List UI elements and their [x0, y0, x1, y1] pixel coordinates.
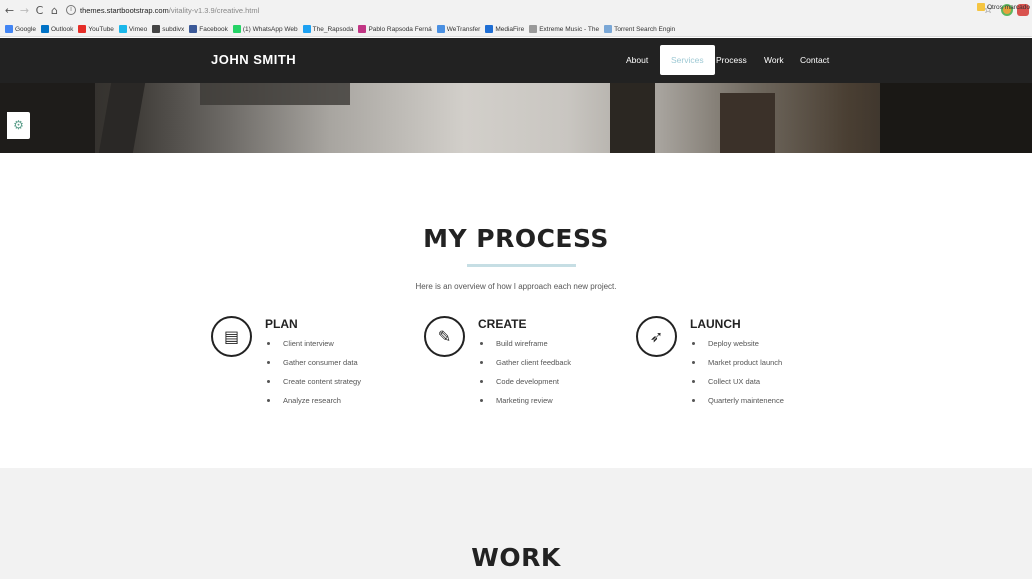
bookmark-item[interactable]: Facebook [189, 25, 228, 33]
rocket-icon: ➶ [636, 316, 677, 357]
bookmark-item[interactable]: Pablo Rapsoda Ferná [358, 25, 432, 33]
site-info-icon[interactable]: i [66, 5, 76, 15]
list-item: Gather consumer data [265, 358, 361, 377]
bookmark-item[interactable]: The_Rapsoda [302, 25, 354, 33]
bookmark-label: Pablo Rapsoda Ferná [368, 25, 432, 33]
page-icon [529, 25, 538, 33]
youtube-icon [78, 25, 87, 33]
torrent-icon [604, 25, 613, 33]
step-title: PLAN [265, 317, 298, 331]
list-item: Analyze research [265, 396, 361, 415]
process-title: MY PROCESS [423, 224, 609, 253]
browser-toolbar: ← → C ⌂ i themes.startbootstrap.com/vita… [0, 0, 1032, 37]
bookmark-item[interactable]: Google [5, 25, 36, 33]
bookmark-item[interactable]: WeTransfer [436, 25, 481, 33]
header-image [0, 83, 1032, 153]
list-item: Quarterly maintenence [690, 396, 784, 415]
gear-icon[interactable]: ⚙ [7, 112, 30, 139]
bookmark-item[interactable]: Outlook [40, 25, 74, 33]
step-list: Deploy website Market product launch Col… [690, 339, 784, 415]
subdivx-icon [152, 25, 161, 33]
instagram-icon [358, 25, 367, 33]
address-bar[interactable]: themes.startbootstrap.com/vitality-v1.3.… [80, 6, 259, 15]
google-icon [5, 25, 13, 33]
twitter-icon [302, 25, 311, 33]
list-item: Create content strategy [265, 377, 361, 396]
bookmark-label: MediaFire [495, 25, 525, 33]
folder-icon [977, 3, 985, 11]
bookmark-item[interactable]: YouTube [78, 25, 114, 33]
wetransfer-icon [436, 25, 445, 33]
process-subtitle: Here is an overview of how I approach ea… [415, 282, 617, 291]
bookmarks-bar: Google Outlook YouTube Vimeo subdivx Facebook… [0, 22, 1032, 36]
bookmark-item[interactable]: MediaFire [485, 25, 524, 33]
nav-item-about[interactable]: About [626, 38, 648, 83]
url-host: themes.startbootstrap.com [80, 5, 169, 15]
other-bookmarks-label: Otros marcado [987, 3, 1030, 11]
vimeo-icon [118, 25, 127, 33]
bookmark-label: Google [15, 25, 36, 33]
list-item: Gather client feedback [478, 358, 571, 377]
bookmark-label: Outlook [50, 25, 74, 33]
mediafire-icon [485, 25, 494, 33]
other-bookmarks[interactable]: Otros marcado [977, 0, 1030, 14]
whatsapp-icon [232, 25, 241, 33]
pencil-icon: ✎ [424, 316, 465, 357]
list-item: Client interview [265, 339, 361, 358]
bookmark-label: The_Rapsoda [312, 25, 354, 33]
outlook-icon [40, 25, 49, 33]
work-title: WORK [471, 543, 561, 572]
facebook-icon [189, 25, 198, 33]
brand-logo[interactable]: JOHN SMITH [211, 52, 296, 67]
bookmark-item[interactable]: Torrent Search Engin [604, 25, 675, 33]
bookmark-label: (1) WhatsApp Web [242, 25, 298, 33]
back-icon[interactable]: ← [4, 4, 15, 17]
nav-item-services[interactable]: Services [660, 45, 715, 75]
bookmark-label: YouTube [88, 25, 114, 33]
reload-icon[interactable]: C [34, 4, 45, 17]
site-navbar: JOHN SMITH About Services Process Work Conta… [0, 38, 1032, 83]
list-item: Collect UX data [690, 377, 784, 396]
bookmark-item[interactable]: subdivx [152, 25, 184, 33]
list-item: Market product launch [690, 358, 784, 377]
bookmark-label: subdivx [162, 25, 185, 33]
bookmark-item[interactable]: Extreme Music - The [529, 25, 599, 33]
bookmark-label: Vimeo [128, 25, 148, 33]
bookmark-label: Extreme Music - The [539, 25, 600, 33]
list-item: Build wireframe [478, 339, 571, 358]
bookmark-label: Torrent Search Engin [614, 25, 676, 33]
step-list: Build wireframe Gather client feedback C… [478, 339, 571, 415]
list-item: Deploy website [690, 339, 784, 358]
clipboard-icon: ▤ [211, 316, 252, 357]
bookmark-label: Facebook [199, 25, 228, 33]
title-divider [467, 264, 576, 267]
url-path: /vitality-v1.3.9/creative.html [168, 5, 260, 15]
step-title: CREATE [478, 317, 527, 331]
bookmark-item[interactable]: (1) WhatsApp Web [232, 25, 298, 33]
list-item: Code development [478, 377, 571, 396]
forward-icon[interactable]: → [19, 4, 30, 17]
list-item: Marketing review [478, 396, 571, 415]
home-icon[interactable]: ⌂ [49, 4, 60, 17]
nav-item-work[interactable]: Work [764, 38, 784, 83]
address-row: ← → C ⌂ i themes.startbootstrap.com/vita… [0, 2, 1032, 18]
step-title: LAUNCH [690, 317, 741, 331]
nav-item-contact[interactable]: Contact [800, 38, 829, 83]
step-list: Client interview Gather consumer data Cr… [265, 339, 361, 415]
bookmark-item[interactable]: Vimeo [118, 25, 148, 33]
bookmark-label: WeTransfer [446, 25, 481, 33]
nav-item-process[interactable]: Process [716, 38, 747, 83]
